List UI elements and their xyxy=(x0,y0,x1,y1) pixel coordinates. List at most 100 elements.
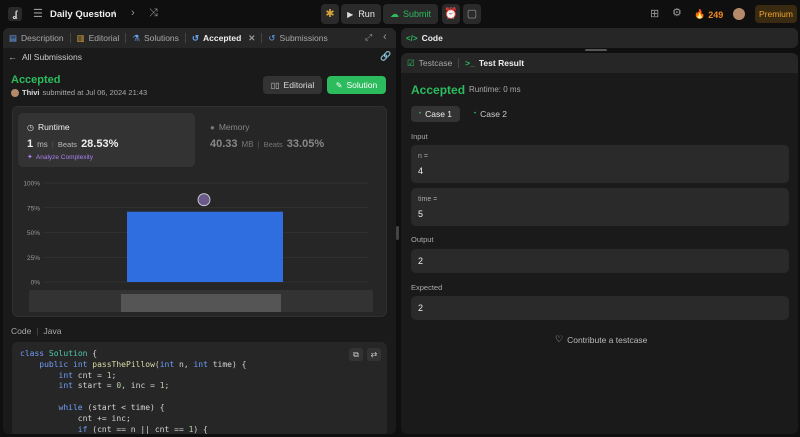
memory-beats-label: Beats xyxy=(263,140,283,149)
premium-button[interactable]: Premium xyxy=(755,5,797,23)
runtime-unit: ms xyxy=(37,140,48,149)
tab-description[interactable]: ▤ Description xyxy=(3,28,70,48)
editorial-button[interactable]: ▯▯ Editorial xyxy=(263,76,322,94)
next-question-icon[interactable]: › xyxy=(131,8,135,19)
left-panel: ▤ Description ▥ Editorial ⚗ Solutions ↺ Acce… xyxy=(3,28,396,434)
top-bar: ʆ ☰ Daily Question ‹ › ⤨ ✱ ▶ Run ☁ Submi… xyxy=(0,0,800,28)
case-2-button[interactable]: • Case 2 xyxy=(466,106,515,122)
timer-button[interactable]: ⏰ xyxy=(442,4,460,24)
output-box[interactable]: 2 xyxy=(411,249,789,273)
expected-box[interactable]: 2 xyxy=(411,296,789,320)
pass-dot-icon: • xyxy=(473,111,477,117)
code-header: Code | Java xyxy=(11,326,62,336)
tab-solutions[interactable]: ⚗ Solutions xyxy=(126,28,185,48)
solution-label: Solution xyxy=(346,80,378,90)
menu-icon[interactable]: ☰ xyxy=(33,9,43,20)
tab-label: Solutions xyxy=(143,33,179,43)
user-position-avatar xyxy=(197,193,211,207)
memory-header[interactable]: ● Memory xyxy=(210,122,250,132)
y-tick-label: 100% xyxy=(23,181,40,188)
username[interactable]: Thivi xyxy=(22,88,40,97)
param-n-box[interactable]: n = 4 xyxy=(411,145,789,183)
memory-value: 40.33 xyxy=(210,138,238,150)
notes-button[interactable]: ▢ xyxy=(463,4,481,24)
flask-icon: ⚗ xyxy=(132,32,140,43)
tab-label: Test Result xyxy=(478,58,525,68)
link-icon[interactable]: 🔗 xyxy=(380,52,391,61)
param-name: n = xyxy=(418,153,428,160)
code-lines: class Solution { public int passThePillo… xyxy=(20,349,246,434)
clock-icon: ◷ xyxy=(27,122,34,132)
submission-meta: Thivi submitted at Jul 06, 2024 21:43 xyxy=(11,88,147,97)
prev-question-icon[interactable]: ‹ xyxy=(112,8,116,19)
fire-icon: 🔥 xyxy=(694,9,706,19)
tab-label: Editorial xyxy=(88,33,120,43)
divider: | xyxy=(36,326,39,336)
history-icon: ↺ xyxy=(268,32,276,43)
code-line: while (start < time) { xyxy=(58,402,165,412)
submit-button[interactable]: ☁ Submit xyxy=(383,4,438,24)
runtime-label: Runtime xyxy=(37,122,70,132)
code-line: int start = 0, inc = 1; xyxy=(58,381,170,391)
note-icon: ▢ xyxy=(466,7,478,20)
analyze-complexity-link[interactable]: ✦ Analyze Complexity xyxy=(27,153,93,162)
close-icon[interactable]: ✕ xyxy=(248,33,255,44)
code-block[interactable]: ⧉ ⇄ class Solution { public int passTheP… xyxy=(12,342,387,434)
expected-value: 2 xyxy=(418,303,424,313)
code-line: if (cnt == n || cnt == 1) { xyxy=(77,424,208,434)
result-runtime: Runtime: 0 ms xyxy=(469,85,521,94)
tab-test-result[interactable]: >_ Test Result xyxy=(459,53,530,73)
swap-icon: ⇄ xyxy=(370,350,378,359)
tab-submissions[interactable]: ↺ Submissions xyxy=(262,28,333,48)
run-button[interactable]: ▶ Run xyxy=(341,4,381,24)
expand-icon[interactable]: ⤢ xyxy=(365,33,372,42)
result-tab-bar: ☑ Testcase >_ Test Result xyxy=(401,53,798,73)
leetcode-logo[interactable]: ʆ xyxy=(8,7,22,21)
editorial-label: Editorial xyxy=(283,80,315,90)
problem-list-title[interactable]: Daily Question xyxy=(50,9,117,20)
checkbox-icon: ☑ xyxy=(407,57,415,68)
runtime-bar[interactable] xyxy=(127,211,283,282)
output-value: 2 xyxy=(418,256,424,266)
shuffle-icon[interactable]: ⤨ xyxy=(149,8,158,19)
horizontal-resize-handle[interactable] xyxy=(585,49,607,51)
copy-button[interactable]: ⧉ xyxy=(349,348,363,361)
contribute-testcase-link[interactable]: ♡ Contribute a testcase xyxy=(555,334,647,345)
memory-values: 40.33 MB | Beats 33.05% xyxy=(210,138,324,150)
chart-overview-brush[interactable] xyxy=(121,294,281,312)
bug-icon: ✱ xyxy=(325,7,335,20)
tab-accepted[interactable]: ↺ Accepted ✕ xyxy=(186,28,262,48)
code-line: int cnt = 1; xyxy=(58,370,117,380)
tab-testcase[interactable]: ☑ Testcase xyxy=(401,53,458,73)
tab-code[interactable]: </> Code xyxy=(406,33,443,43)
debug-button[interactable]: ✱ xyxy=(321,4,339,24)
param-time-box[interactable]: time = 5 xyxy=(411,188,789,226)
runtime-beats-value: 28.53% xyxy=(81,138,119,150)
input-label: Input xyxy=(411,132,428,141)
layout-grid-icon[interactable]: ⊞ xyxy=(650,9,659,20)
back-label: All Submissions xyxy=(22,52,82,62)
avatar[interactable] xyxy=(733,8,745,20)
streak-counter[interactable]: 🔥 249 xyxy=(694,9,723,20)
restore-button[interactable]: ⇄ xyxy=(367,348,381,361)
analyze-label: Analyze Complexity xyxy=(35,153,93,161)
settings-gear-icon[interactable]: ⚙ xyxy=(672,8,682,19)
code-label: Code xyxy=(11,326,32,336)
case-1-button[interactable]: • Case 1 xyxy=(411,106,460,122)
back-to-submissions[interactable]: ← All Submissions xyxy=(8,52,82,62)
history-icon: ↺ xyxy=(191,32,200,43)
panel-resize-handle[interactable] xyxy=(396,226,399,240)
output-label: Output xyxy=(411,235,434,244)
solution-button[interactable]: ✎ Solution xyxy=(327,76,386,94)
y-tick-label: 75% xyxy=(27,205,40,212)
case-label: Case 2 xyxy=(480,109,508,119)
edit-icon: ✎ xyxy=(335,80,343,90)
tab-editorial[interactable]: ▥ Editorial xyxy=(71,28,126,48)
runtime-distribution-chart: 100% 75% 50% 25% 0% xyxy=(23,181,373,312)
terminal-icon: >_ xyxy=(465,58,475,68)
runtime-value: 1 xyxy=(27,138,34,150)
code-brackets-icon: </> xyxy=(406,33,418,43)
arrow-left-icon: ← xyxy=(8,52,17,62)
collapse-icon[interactable]: ‹ xyxy=(383,32,387,43)
